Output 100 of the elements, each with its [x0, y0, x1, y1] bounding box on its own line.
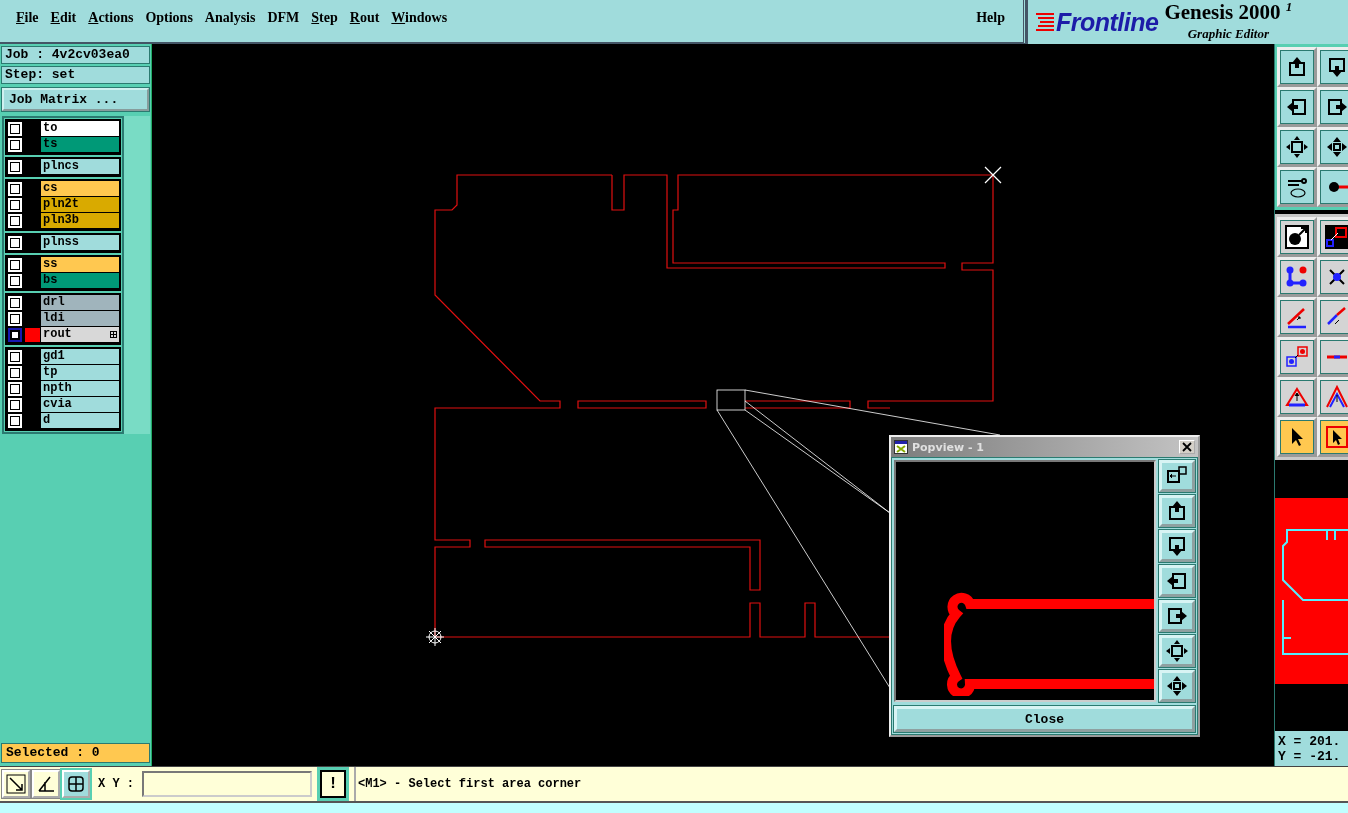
zoom-fit-button[interactable] — [1159, 635, 1195, 667]
window-app-icon — [894, 440, 908, 454]
pan-arrows-button[interactable] — [1317, 127, 1348, 167]
step-name: Step: set — [1, 66, 150, 84]
menu-item[interactable]: Edit — [44, 10, 83, 26]
zoom-fit-button[interactable] — [1277, 127, 1317, 167]
line-edit-button[interactable] — [1277, 297, 1317, 337]
move-up-button[interactable] — [1159, 495, 1195, 527]
pad-move-button[interactable] — [1277, 337, 1317, 377]
layer-checkbox[interactable] — [8, 214, 22, 228]
area-select-button[interactable] — [1317, 217, 1348, 257]
line-split-icon — [1325, 354, 1348, 360]
zoom-area-button[interactable] — [2, 770, 30, 798]
layer-name[interactable]: d — [41, 413, 119, 428]
pointer-button[interactable] — [1277, 417, 1317, 457]
zoom-back-button[interactable] — [1159, 460, 1195, 492]
pointer-box-button[interactable] — [1317, 417, 1348, 457]
window-title: Popview - 1 — [912, 440, 984, 454]
layer-checkbox[interactable] — [8, 296, 22, 310]
menu-item[interactable]: File — [10, 10, 45, 26]
layer-name[interactable]: tp — [41, 365, 119, 380]
layer-name[interactable]: bs — [41, 273, 119, 288]
close-button[interactable] — [1179, 440, 1195, 454]
measure-button[interactable] — [32, 770, 60, 798]
line-extend-button[interactable] — [1317, 297, 1348, 337]
layer-name[interactable]: cs — [41, 181, 119, 196]
layer-name[interactable]: to — [41, 121, 119, 136]
layer-display-swatch[interactable] — [25, 328, 40, 342]
layer-checkbox[interactable] — [8, 328, 22, 342]
layer-checkbox[interactable] — [8, 258, 22, 272]
layer-checkbox[interactable] — [8, 350, 22, 364]
crosshair-marker-icon — [984, 166, 1002, 184]
move-down-button[interactable] — [1159, 530, 1195, 562]
grid-button[interactable] — [62, 770, 90, 798]
menu-item[interactable]: Actions — [82, 10, 140, 26]
menu-item[interactable]: Options — [139, 10, 199, 26]
job-matrix-button[interactable]: Job Matrix ... — [2, 88, 149, 111]
diagonal-arrow-icon — [6, 774, 26, 794]
triangle-button[interactable] — [1277, 377, 1317, 417]
logo-lines-icon — [1034, 11, 1054, 33]
nodes-icon — [1285, 265, 1309, 289]
pan-arrows-icon — [1325, 135, 1348, 159]
pan-arrows-icon — [1165, 674, 1189, 698]
menu-item[interactable]: Rout — [343, 10, 386, 26]
nodes-button[interactable] — [1277, 257, 1317, 297]
layer-name[interactable]: ts — [41, 137, 119, 152]
move-left-button[interactable] — [1159, 565, 1195, 597]
layer-name[interactable]: plncs — [41, 159, 119, 174]
menu-item[interactable]: Step — [305, 10, 344, 26]
layer-checkbox[interactable] — [8, 138, 22, 152]
menu-item[interactable]: Analysis — [198, 10, 262, 26]
feature-button[interactable] — [1277, 217, 1317, 257]
product-name: Genesis 2000 $^{1}$ — [1164, 0, 1293, 25]
move-down-button[interactable] — [1317, 47, 1348, 87]
pad-move-icon — [1285, 345, 1309, 369]
layer-name[interactable]: drl — [41, 295, 119, 310]
alert-button[interactable]: ! — [320, 770, 346, 798]
layer-name[interactable]: rout — [41, 327, 119, 342]
menu-item[interactable]: DFM — [261, 10, 306, 26]
line-split-button[interactable] — [1317, 337, 1348, 377]
layer-name[interactable]: pln3b — [41, 213, 119, 228]
layer-checkbox[interactable] — [8, 274, 22, 288]
layer-checkbox[interactable] — [8, 398, 22, 412]
move-right-button[interactable] — [1159, 600, 1195, 632]
pan-arrows-button[interactable] — [1159, 670, 1195, 702]
move-left-button[interactable] — [1277, 87, 1317, 127]
xy-input-field[interactable] — [142, 771, 312, 797]
layer-checkbox[interactable] — [8, 122, 22, 136]
layer-menu-icon — [110, 331, 117, 338]
layer-name[interactable]: gd1 — [41, 349, 119, 364]
close-button[interactable]: Close — [894, 706, 1195, 732]
layer-checkbox[interactable] — [8, 198, 22, 212]
layer-name[interactable]: ldi — [41, 311, 119, 326]
layer-checkbox[interactable] — [8, 182, 22, 196]
double-triangle-icon — [1325, 385, 1348, 409]
menu-item[interactable]: Windows — [385, 10, 454, 26]
zoom-fit-icon — [1165, 639, 1189, 663]
layer-checkbox[interactable] — [8, 382, 22, 396]
layer-name[interactable]: cvia — [41, 397, 119, 412]
tools-button[interactable] — [1277, 167, 1317, 207]
product-subtitle: Graphic Editor — [1187, 25, 1269, 42]
y-coordinate: Y = -21. — [1278, 749, 1342, 764]
layer-name[interactable]: plnss — [41, 235, 119, 250]
close-icon — [1182, 442, 1192, 452]
layer-checkbox[interactable] — [8, 414, 22, 428]
help-menu[interactable]: Help — [970, 10, 1011, 26]
feature-icon — [1285, 225, 1309, 249]
layer-name[interactable]: ss — [41, 257, 119, 272]
layer-name[interactable]: pln2t — [41, 197, 119, 212]
move-right-button[interactable] — [1317, 87, 1348, 127]
grid-icon — [66, 774, 86, 794]
double-triangle-button[interactable] — [1317, 377, 1348, 417]
cross-pad-button[interactable] — [1317, 257, 1348, 297]
layer-checkbox[interactable] — [8, 366, 22, 380]
layer-name[interactable]: npth — [41, 381, 119, 396]
layer-checkbox[interactable] — [8, 160, 22, 174]
layer-checkbox[interactable] — [8, 312, 22, 326]
snap-line-button[interactable] — [1317, 167, 1348, 207]
move-up-button[interactable] — [1277, 47, 1317, 87]
layer-checkbox[interactable] — [8, 236, 22, 250]
